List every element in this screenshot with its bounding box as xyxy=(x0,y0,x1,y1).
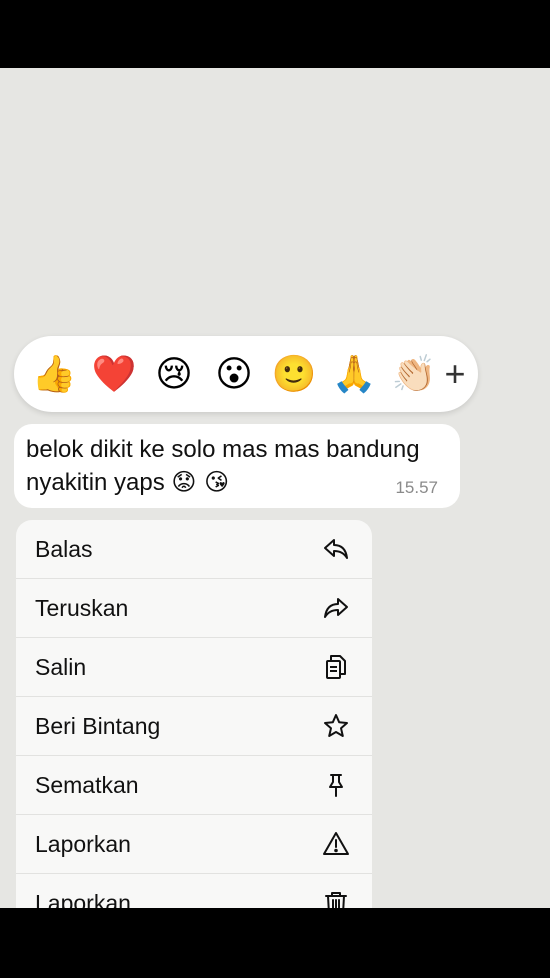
pin-icon xyxy=(322,771,350,799)
warning-icon xyxy=(322,830,350,858)
sad-reaction[interactable]: 😢 xyxy=(152,350,196,398)
message-bubble: belok dikit ke solo mas mas bandung nyak… xyxy=(14,424,460,508)
more-reactions-plus-icon[interactable]: + xyxy=(438,350,472,398)
menu-item-copy[interactable]: Salin xyxy=(16,638,372,697)
menu-item-label: Balas xyxy=(35,536,93,562)
menu-item-label: Teruskan xyxy=(35,595,129,621)
menu-item-label: Laporkan xyxy=(35,831,131,857)
smile-reaction[interactable]: 🙂 xyxy=(272,350,317,398)
menu-item-label: Beri Bintang xyxy=(35,713,161,739)
trash-icon xyxy=(322,889,350,908)
menu-item-reply[interactable]: Balas xyxy=(16,520,372,579)
message-timestamp: 15.57 xyxy=(395,478,438,497)
chat-screen: 👍 ❤️ 😢 😮 🙂 🙏 👏🏻 + belok dikit ke solo ma… xyxy=(0,68,550,908)
pray-reaction[interactable]: 🙏 xyxy=(332,350,377,398)
menu-item-star[interactable]: Beri Bintang xyxy=(16,697,372,756)
surprised-reaction[interactable]: 😮 xyxy=(212,350,256,398)
menu-item-label: Salin xyxy=(35,654,87,680)
menu-item-delete[interactable]: Laporkan xyxy=(16,874,372,908)
copy-icon xyxy=(322,653,350,681)
message-context-menu: Balas Teruskan Salin Beri Bintang Sematk… xyxy=(16,520,372,908)
reply-icon xyxy=(322,535,350,563)
menu-item-report[interactable]: Laporkan xyxy=(16,815,372,874)
clap-reaction[interactable]: 👏🏻 xyxy=(392,350,437,398)
heart-reaction[interactable]: ❤️ xyxy=(92,350,137,398)
menu-item-label: Laporkan xyxy=(35,890,131,908)
thumbs-up-reaction[interactable]: 👍 xyxy=(32,350,77,398)
menu-item-forward[interactable]: Teruskan xyxy=(16,579,372,638)
menu-item-pin[interactable]: Sematkan xyxy=(16,756,372,815)
star-icon xyxy=(322,712,350,740)
forward-icon xyxy=(322,594,350,622)
reaction-bar: 👍 ❤️ 😢 😮 🙂 🙏 👏🏻 + xyxy=(14,336,478,412)
message-emojis: 😟 😘 xyxy=(171,468,230,496)
message-text-block: belok dikit ke solo mas mas bandung nyak… xyxy=(26,434,452,499)
menu-item-label: Sematkan xyxy=(35,772,139,798)
